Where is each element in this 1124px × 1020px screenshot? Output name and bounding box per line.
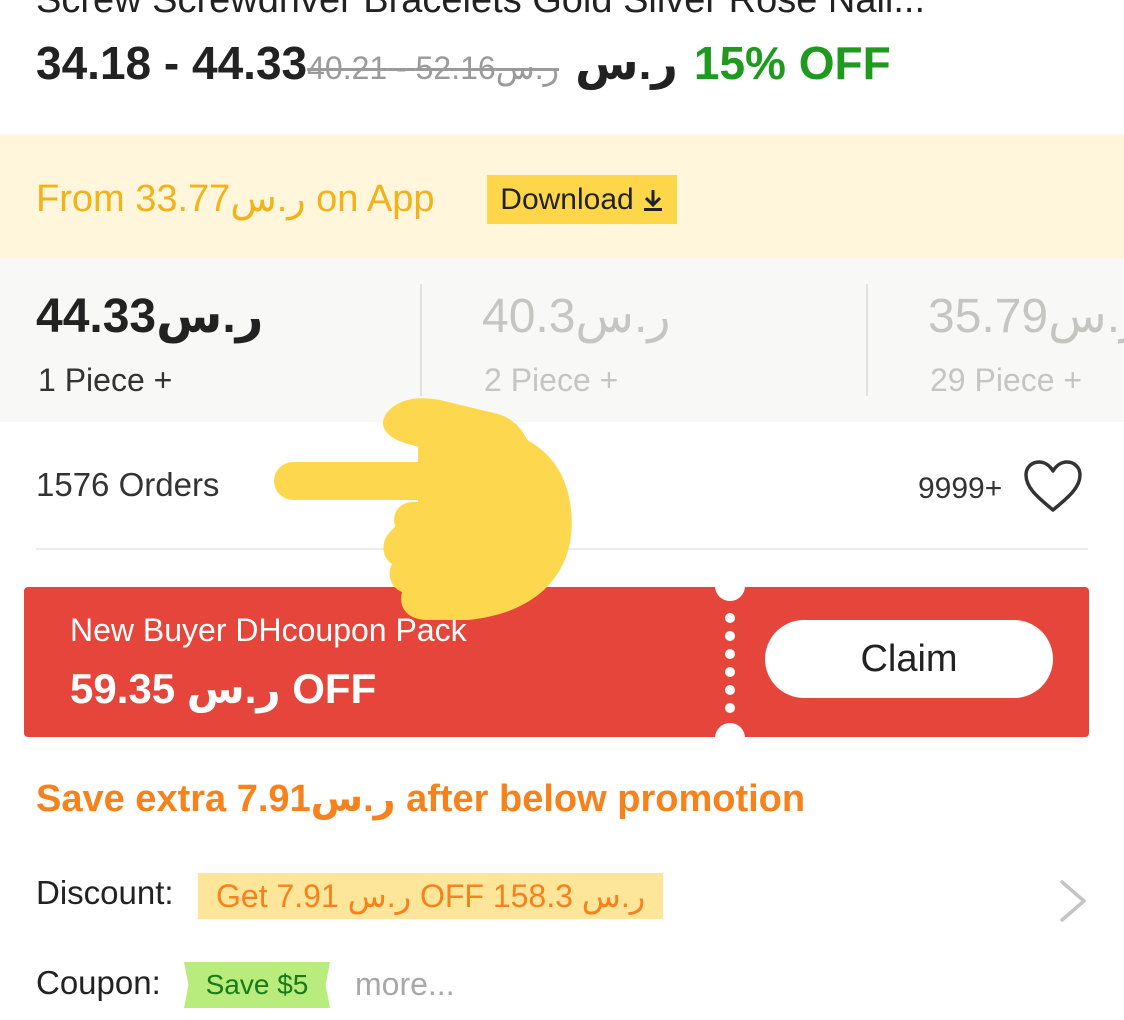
tier-quantity: 1 Piece + bbox=[38, 362, 173, 398]
tier-quantity: 29 Piece + bbox=[930, 362, 1083, 398]
coupon-amount: 59.35 ر.س OFF bbox=[70, 665, 377, 712]
tier-price: 44.33ر.س bbox=[36, 290, 264, 343]
download-app-button[interactable]: Download bbox=[487, 175, 677, 224]
discount-tag[interactable]: Get 7.91 ر.س OFF 158.3 ر.س bbox=[198, 873, 664, 919]
discount-label: Discount: bbox=[36, 874, 174, 911]
tier-divider bbox=[866, 284, 868, 396]
chevron-right-icon[interactable] bbox=[1056, 878, 1090, 924]
coupon-perforation bbox=[715, 580, 745, 744]
currency-symbol: ر.س bbox=[575, 37, 678, 89]
favorites-count: 9999+ bbox=[918, 472, 1003, 505]
orders-count: 1576 Orders bbox=[36, 466, 220, 503]
app-price-text: From 33.77ر.س on App bbox=[36, 178, 435, 220]
coupon-serrated-edge bbox=[24, 590, 32, 734]
claim-button[interactable]: Claim bbox=[765, 620, 1053, 698]
heart-icon[interactable] bbox=[1022, 458, 1084, 514]
download-icon bbox=[643, 189, 662, 211]
promotion-headline: Save extra 7.91ر.س after below promotion bbox=[36, 778, 806, 820]
price-range: 34.18 - 44.33 bbox=[36, 37, 308, 89]
download-label: Download bbox=[500, 182, 634, 216]
tier-3[interactable]: 35.79ر.س 29 Piece + bbox=[928, 258, 1124, 422]
tier-divider bbox=[420, 284, 422, 396]
more-link[interactable]: more... bbox=[355, 966, 455, 1003]
original-price: ر.س52.16 - 40.21 bbox=[307, 50, 560, 86]
price-line: 34.18 - 44.33 ر.س52.16 - 40.21 ر.س 15% O… bbox=[36, 36, 891, 96]
discount-percent: 15% OFF bbox=[693, 37, 891, 89]
tier-price: 35.79ر.س bbox=[928, 290, 1124, 343]
tier-price: 40.3ر.س bbox=[482, 290, 671, 343]
product-title: Screw Screwdriver Bracelets Gold Silver … bbox=[36, 0, 926, 21]
coupon-label: Coupon: bbox=[36, 964, 161, 1001]
pointing-hand-icon bbox=[274, 398, 572, 620]
save-coupon-tag[interactable]: Save $5 bbox=[184, 962, 330, 1008]
